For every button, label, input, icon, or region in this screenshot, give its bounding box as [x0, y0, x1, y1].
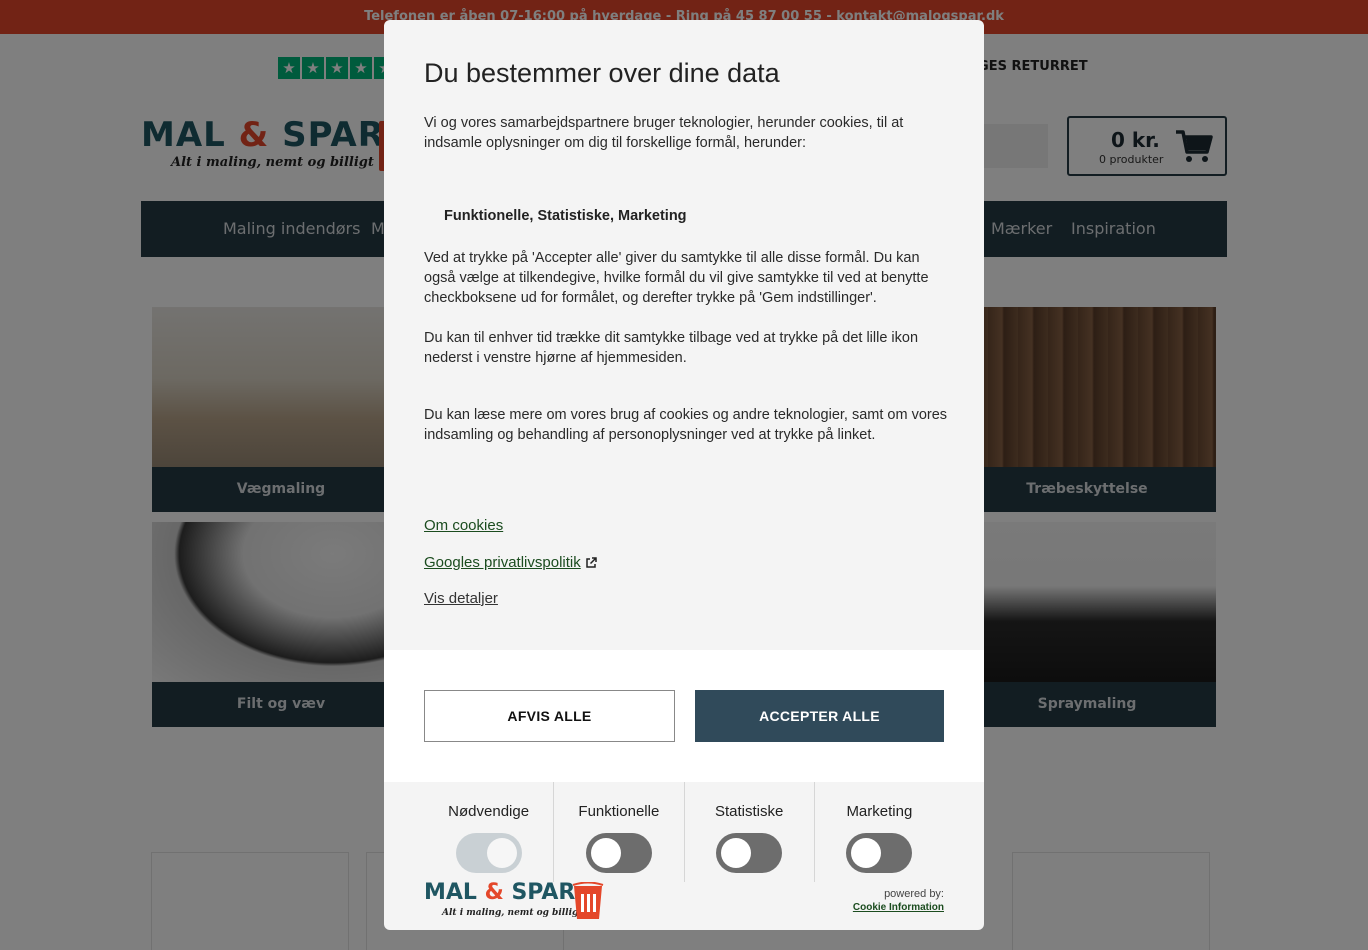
consent-text: Ved at trykke på 'Accepter alle' giver d… [424, 250, 929, 306]
paint-bucket-icon [572, 882, 604, 919]
toggle-label: Statistiske [714, 803, 784, 820]
toggle-necessary: Nødvendige [424, 782, 553, 882]
intro-text: Vi og vores samarbejdspartnere bruger te… [424, 115, 904, 151]
google-privacy-link[interactable]: Googles privatlivspolitik [424, 554, 597, 571]
withdraw-text: Du kan til enhver tid trække dit samtykk… [424, 330, 919, 366]
accept-all-button[interactable]: ACCEPTER ALLE [695, 690, 944, 742]
functional-switch[interactable] [585, 833, 652, 873]
about-cookies-link[interactable]: Om cookies [424, 517, 503, 534]
marketing-switch[interactable] [846, 833, 913, 873]
necessary-switch [455, 833, 522, 873]
cookie-consent-dialog: Du bestemmer over dine data Vi og vores … [384, 20, 984, 930]
more-info-text: Du kan læse mere om vores brug af cookie… [424, 407, 948, 443]
toggle-label: Marketing [846, 803, 913, 820]
toggle-functional: Funktionelle [553, 782, 683, 882]
cookie-information-link[interactable]: Cookie Information [853, 902, 944, 913]
toggle-statistics: Statistiske [683, 782, 814, 882]
reject-all-button[interactable]: AFVIS ALLE [424, 690, 675, 742]
toggle-label: Funktionelle [578, 803, 660, 820]
toggle-label: Nødvendige [448, 803, 530, 820]
external-link-icon [585, 557, 597, 568]
purposes-list: Funktionelle, Statistiske, Marketing [444, 208, 687, 224]
powered-label: powered by: [884, 888, 944, 900]
show-details-link[interactable]: Vis detaljer [424, 590, 498, 607]
toggle-marketing: Marketing [813, 782, 944, 882]
dialog-logo: MAL & SPAR Alt i maling, nemt og billigt [424, 880, 609, 922]
logo-tagline: Alt i maling, nemt og billigt [442, 908, 583, 918]
statistics-switch[interactable] [716, 833, 783, 873]
powered-by: powered by: Cookie Information [853, 888, 944, 913]
dialog-title: Du bestemmer over dine data [424, 58, 780, 88]
button-area: AFVIS ALLE ACCEPTER ALLE [384, 650, 984, 782]
logo-wordmark: MAL & SPAR [424, 880, 576, 905]
consent-toggles: Nødvendige Funktionelle Statistiske Mark… [424, 782, 944, 882]
